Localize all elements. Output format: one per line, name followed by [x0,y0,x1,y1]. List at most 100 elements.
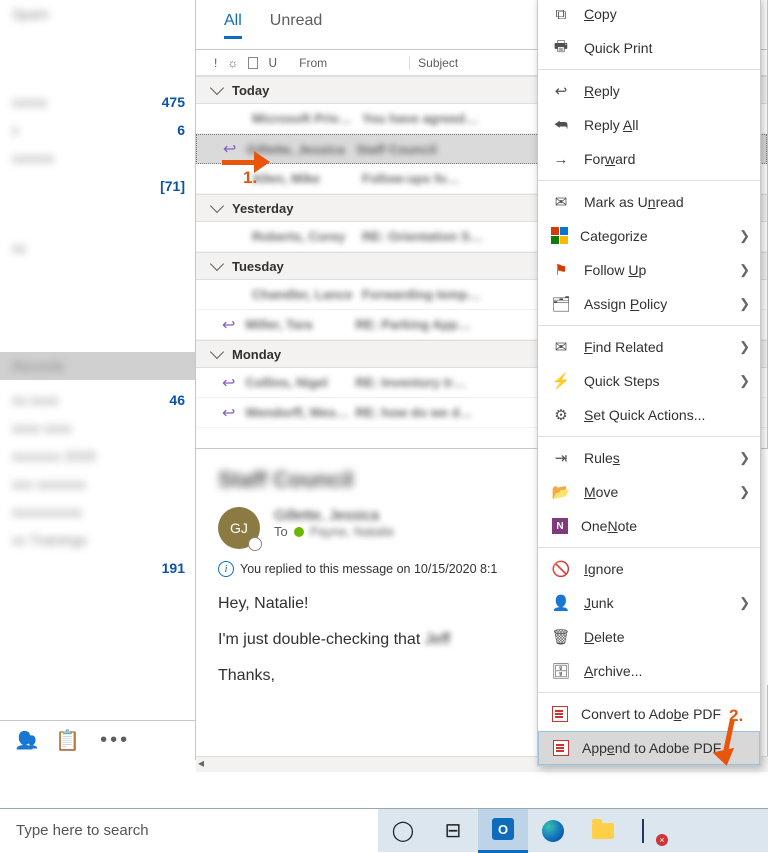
categorize-icon [551,227,569,245]
forward-icon: → [550,151,572,168]
folder-item[interactable]: xx [0,234,195,262]
chevron-right-icon: ❯ [739,339,750,355]
cm-forward[interactable]: →Forward [538,142,760,176]
cm-reply[interactable]: ↩Reply [538,74,760,108]
chevron-right-icon: ❯ [739,228,750,244]
folder-item[interactable]: xx-xxxx46 [0,386,195,414]
attachment-col-icon[interactable]: 𝖴 [268,56,277,70]
edge-taskbar-icon[interactable] [528,809,578,853]
cortana-icon[interactable]: ◯ [378,809,428,853]
cm-archive[interactable]: 🗄Archive... [538,654,760,688]
junk-icon: 👤 [550,594,572,612]
replied-icon: ↩ [222,373,235,393]
outlook-taskbar-icon[interactable]: O [478,809,528,853]
cm-ignore[interactable]: 🚫Ignore [538,552,760,586]
quick-steps-icon: ⚡ [550,372,572,390]
reading-to: To Payne, Natalie [274,524,394,539]
cm-find-related[interactable]: ✉Find Related❯ [538,330,760,364]
reminder-col-icon[interactable]: ☼ [227,56,238,70]
cm-categorize[interactable]: Categorize❯ [538,219,760,253]
cm-follow-up[interactable]: ⚑Follow Up❯ [538,253,760,287]
tab-unread[interactable]: Unread [270,12,322,49]
windows-taskbar: Type here to search ◯ ⊟ O × [0,808,768,852]
chevron-right-icon: ❯ [739,595,750,611]
folder-item[interactable]: xxxxxx [0,144,195,172]
rules-icon: ⇥ [550,449,572,467]
cm-assign-policy[interactable]: 🗂Assign Policy❯ [538,287,760,321]
chevron-down-icon [210,345,224,359]
search-placeholder: Type here to search [16,822,149,839]
replied-icon: ↩ [223,139,236,159]
folder-item[interactable]: xxx xxxxxxx [0,470,195,498]
icon-col-icon[interactable] [248,57,258,69]
context-menu: ⧉Copy 🖶Quick Print ↩Reply ⮪Reply All →Fo… [537,0,761,766]
cm-delete[interactable]: 🗑Delete [538,620,760,654]
presence-icon [294,527,304,537]
archive-icon: 🗄 [550,662,572,680]
folder-item[interactable]: 191 [0,554,195,582]
folder-item[interactable]: x6 [0,116,195,144]
cm-move[interactable]: 📂Move❯ [538,475,760,509]
folder-sidebar: Spam xxxxx475 x6 xxxxxx [71] xx Records … [0,0,196,760]
cm-reply-all[interactable]: ⮪Reply All [538,108,760,142]
delete-icon: 🗑 [550,628,572,646]
flag-icon: ⚑ [550,261,572,279]
importance-icon[interactable]: ! [214,56,217,70]
sidebar-bottom-bar: 👤👤 📋 ••• [0,720,195,760]
task-view-icon[interactable]: ⊟ [428,809,478,853]
ignore-icon: 🚫 [550,560,572,578]
chevron-right-icon: ❯ [739,262,750,278]
replied-icon: ↩ [222,315,235,335]
more-icon[interactable]: ••• [100,729,130,752]
folder-item-selected[interactable]: Records [0,352,195,380]
cm-quick-steps[interactable]: ⚡Quick Steps❯ [538,364,760,398]
tab-all[interactable]: All [224,12,242,49]
folder-item[interactable]: xxxx xxxx [0,414,195,442]
folder-item[interactable]: xxxxxxx 2020 [0,442,195,470]
cm-quick-print[interactable]: 🖶Quick Print [538,31,760,65]
cm-copy[interactable]: ⧉Copy [538,0,760,31]
chevron-right-icon: ❯ [739,450,750,466]
privacy-guard-taskbar-icon[interactable]: × [628,809,678,853]
chevron-right-icon: ❯ [739,296,750,312]
cm-onenote[interactable]: NOneNote [538,509,760,543]
move-icon: 📂 [550,483,572,501]
copy-icon: ⧉ [550,6,572,23]
folder-item[interactable]: xxxxxxxxxx [0,498,195,526]
gear-icon: ⚙ [550,406,572,424]
reply-all-icon: ⮪ [550,117,572,134]
pdf-icon [552,706,568,722]
folder-item[interactable]: xx Trainings [0,526,195,554]
onenote-icon: N [552,518,568,534]
explorer-taskbar-icon[interactable] [578,809,628,853]
cm-junk[interactable]: 👤Junk❯ [538,586,760,620]
policy-icon: 🗂 [550,295,572,313]
cm-append-pdf[interactable]: Append to Adobe PDF [538,731,760,765]
people-icon[interactable]: 👤👤 [14,729,35,752]
cm-rules[interactable]: ⇥Rules❯ [538,441,760,475]
folder-item[interactable]: xxxxx475 [0,88,195,116]
callout-number-1: 1. [243,168,257,188]
tasks-icon[interactable]: 📋 [55,728,80,753]
find-icon: ✉ [550,338,572,356]
from-column[interactable]: From [299,56,399,70]
info-icon: i [218,561,234,577]
cm-set-quick-actions[interactable]: ⚙Set Quick Actions... [538,398,760,432]
envelope-icon: ✉ [550,193,572,211]
replied-icon: ↩ [222,403,235,423]
avatar[interactable]: GJ [218,507,260,549]
callout-number-2: 2. [729,706,743,726]
chevron-down-icon [210,257,224,271]
reading-from: Gillette, Jessica [274,507,394,524]
folder-item[interactable]: [71] [0,172,195,200]
pdf-append-icon [553,740,569,756]
reply-icon: ↩ [550,82,572,100]
chevron-down-icon [210,81,224,95]
print-icon: 🖶 [550,36,572,61]
cm-mark-unread[interactable]: ✉Mark as Unread [538,185,760,219]
cm-convert-pdf[interactable]: Convert to Adobe PDF [538,697,760,731]
chevron-right-icon: ❯ [739,484,750,500]
folder-item[interactable]: Spam [0,0,195,28]
taskbar-search[interactable]: Type here to search [0,809,378,852]
chevron-down-icon [210,199,224,213]
